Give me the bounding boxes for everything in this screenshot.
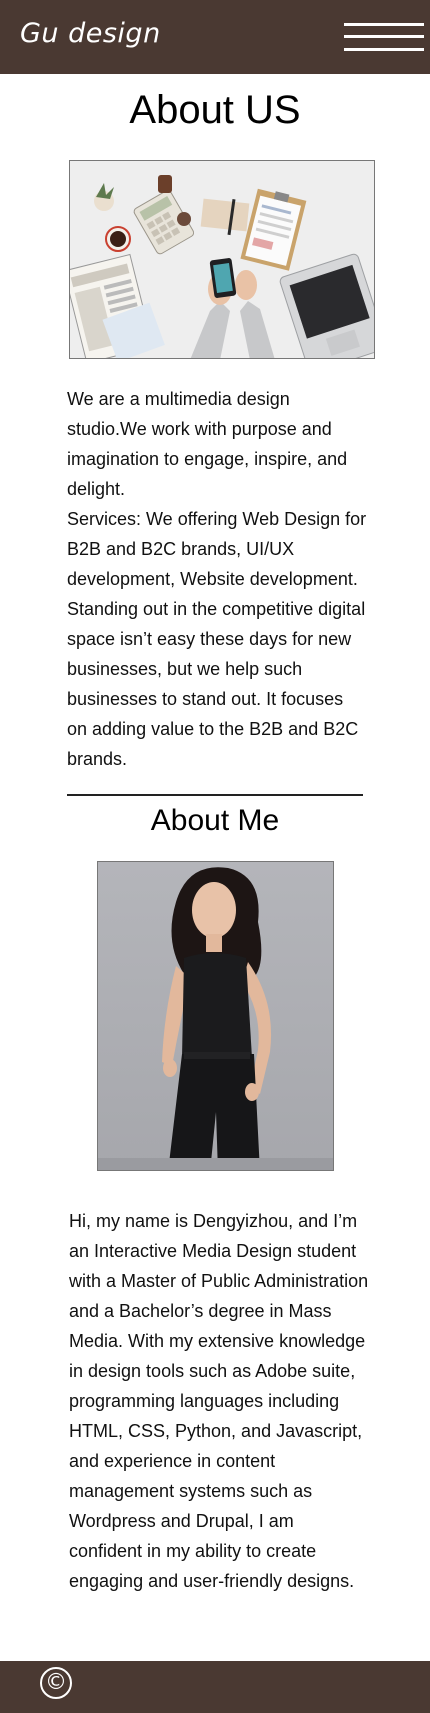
office-desk-image xyxy=(69,160,375,359)
site-header: Gu design xyxy=(0,0,430,74)
about-us-intro: We are a multimedia design studio.We wor… xyxy=(67,389,348,499)
menu-line xyxy=(344,48,424,51)
copyright-icon: © xyxy=(40,1667,72,1699)
about-me-title: About Me xyxy=(150,804,280,837)
about-me-text: Hi, my name is Dengyizhou, and I’m an In… xyxy=(69,1211,369,1591)
about-us-text: We are a multimedia design studio.We wor… xyxy=(67,384,367,774)
site-logo[interactable]: Gu design xyxy=(20,18,161,49)
portrait-image xyxy=(97,861,334,1171)
about-us-services: Services: We offering Web Design for B2B… xyxy=(67,509,367,769)
about-us-title: About US xyxy=(129,88,301,132)
menu-line xyxy=(344,35,424,38)
section-divider xyxy=(67,794,363,796)
site-footer: © xyxy=(0,1661,430,1713)
menu-line xyxy=(344,23,424,26)
hamburger-menu-icon[interactable] xyxy=(344,20,424,54)
